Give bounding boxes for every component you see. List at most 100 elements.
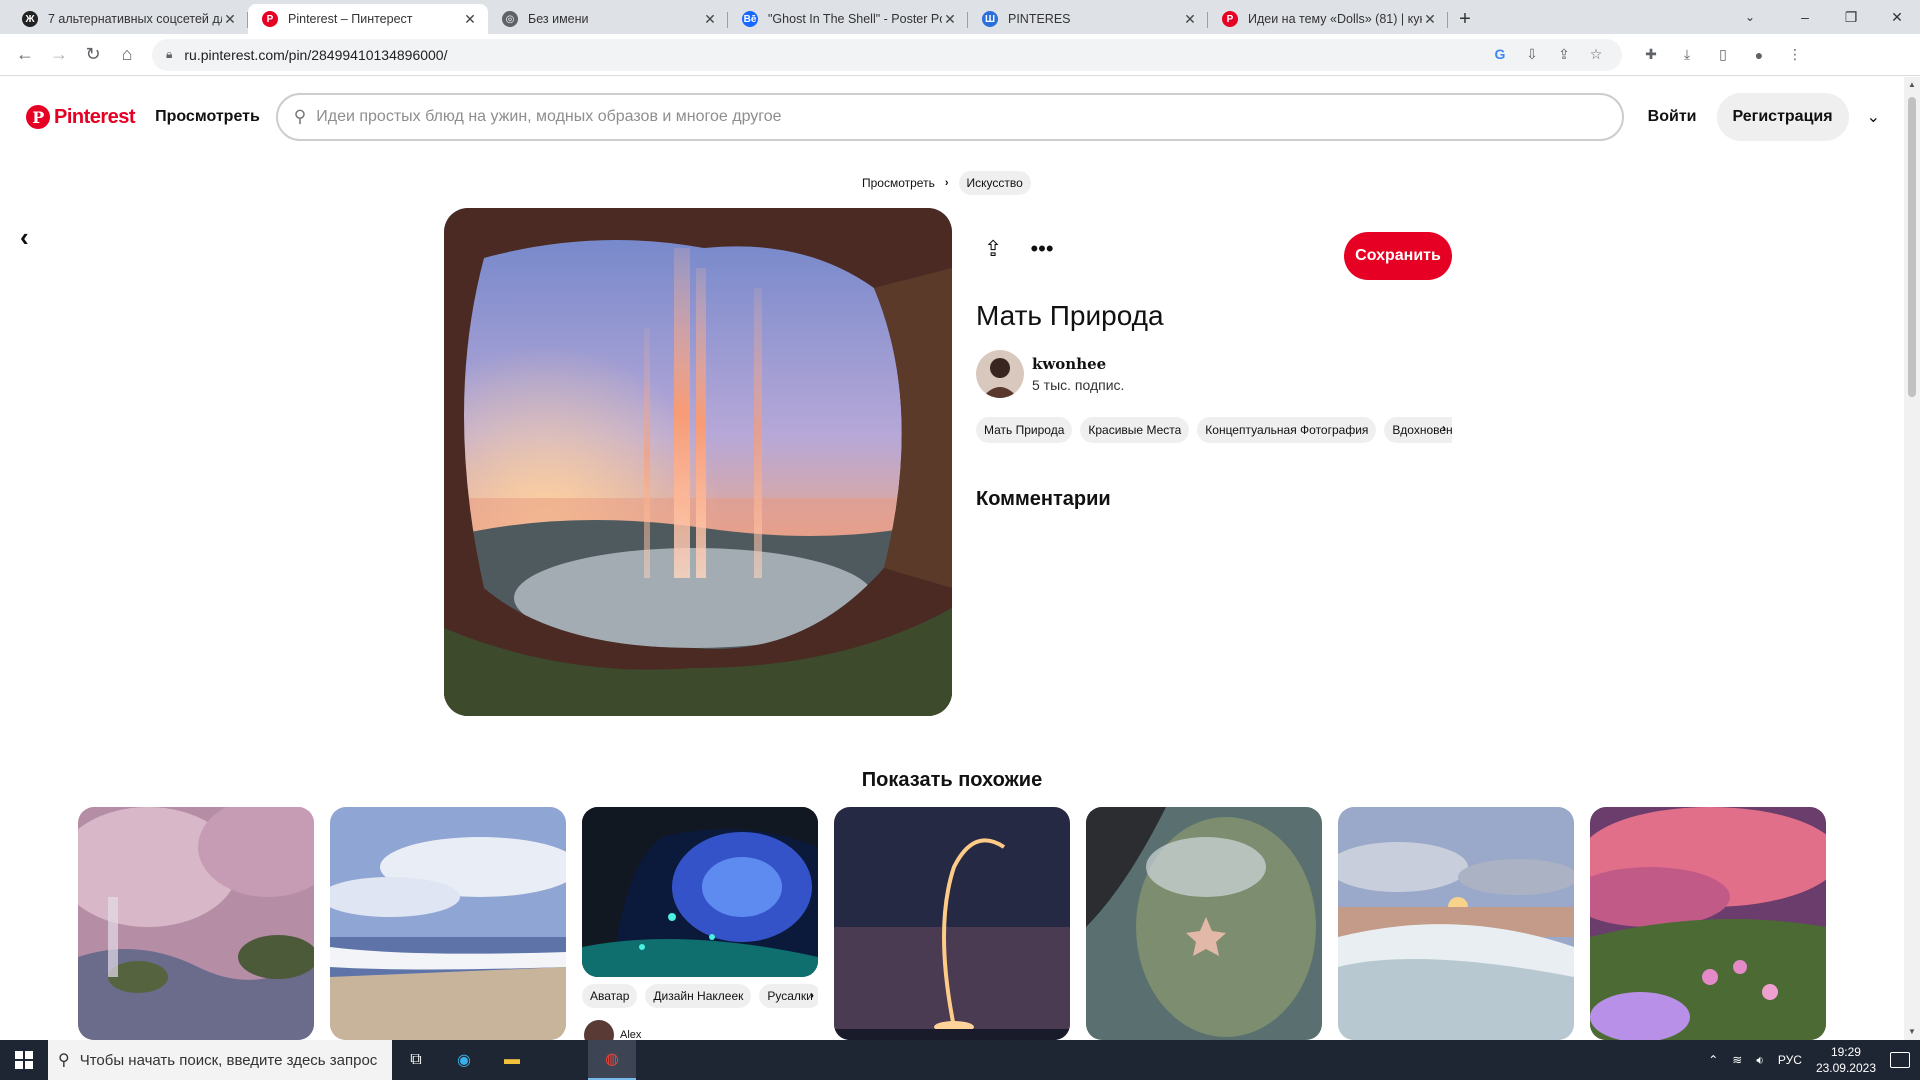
forward-button[interactable]: → [42, 38, 76, 72]
signup-button[interactable]: Регистрация [1716, 93, 1849, 141]
google-icon[interactable]: G [1488, 46, 1512, 63]
address-bar[interactable]: 🔒︎ ru.pinterest.com/pin/284994101348960​… [152, 38, 1622, 71]
back-button[interactable]: ← [8, 38, 42, 72]
tab-title: Без имени [528, 12, 589, 26]
lock-icon[interactable]: 🔒︎ [166, 47, 172, 62]
author-followers: 5 тыс. подпис. [1032, 377, 1125, 393]
scroll-down-arrow[interactable]: ▼ [1904, 1024, 1920, 1040]
share-icon[interactable]: ⇪ [1552, 46, 1576, 63]
search-input[interactable] [316, 108, 1606, 126]
share-upload-icon[interactable]: ⇪ [984, 236, 1002, 262]
author-avatar[interactable] [976, 350, 1024, 398]
logo-text: Pinterest [54, 105, 136, 128]
pinterest-logo-icon: P [26, 105, 50, 129]
taskbar-search[interactable]: ⚲ Чтобы начать поиск, введите здесь запр… [48, 1040, 392, 1080]
chevron-down-icon[interactable]: ⌄ [1867, 107, 1880, 127]
downloads-icon[interactable]: ⤓ [1672, 40, 1702, 70]
page-scrollbar[interactable]: ▲ ▼ [1904, 77, 1920, 1040]
breadcrumb-browse[interactable]: Просмотреть [862, 176, 935, 190]
clock[interactable]: 19:29 23.09.2023 [1816, 1044, 1876, 1076]
file-explorer-icon[interactable]: ▬ [488, 1040, 536, 1080]
language-indicator[interactable]: РУС [1778, 1053, 1802, 1067]
window-controls: – ❐ ✕ [1782, 0, 1920, 34]
browser-tab-5[interactable]: Ш PINTERES ✕ [968, 4, 1208, 34]
minimize-button[interactable]: – [1782, 0, 1828, 34]
similar-pin-7[interactable] [1590, 807, 1826, 1040]
browser-tab-3[interactable]: ◎ Без имени ✕ [488, 4, 728, 34]
similar-heading: Показать похожие [861, 769, 1043, 791]
chevron-right-icon[interactable]: › [810, 988, 814, 1002]
install-app-icon[interactable]: ⇩ [1520, 46, 1544, 63]
tab-title: Идеи на тему «Dolls» (81) | кукл [1248, 12, 1422, 26]
notifications-icon[interactable] [1890, 1052, 1910, 1068]
close-icon[interactable]: ✕ [222, 11, 238, 28]
pin-author: kwonhee 5 тыс. подпис. [976, 350, 1124, 398]
similar-pin-3[interactable] [582, 807, 818, 977]
browser-tab-2[interactable]: P Pinterest – Пинтерест ✕ [248, 4, 488, 34]
breadcrumb-art[interactable]: Искусство [958, 171, 1031, 195]
chevron-right-icon[interactable]: › [1442, 421, 1446, 435]
close-icon[interactable]: ✕ [1422, 11, 1438, 28]
pin-tag[interactable]: Красивые Места [1080, 417, 1190, 443]
similar-pin-tag[interactable]: Дизайн Наклеек [645, 984, 752, 1008]
tab-title: PINTERES [1008, 12, 1071, 26]
similar-pin-2[interactable] [330, 807, 566, 1040]
clock-time: 19:29 [1830, 1045, 1861, 1059]
tab-favicon-icon: P [262, 11, 278, 27]
author-name[interactable]: kwonhee [1032, 355, 1124, 373]
similar-pin-6[interactable] [1338, 807, 1574, 1040]
search-icon: ⚲ [293, 107, 307, 126]
start-button[interactable] [0, 1040, 48, 1080]
browser-tab-strip: Ж7 альтернативных соцсетей для ✕ P Pinteres… [0, 0, 1920, 34]
similar-pin-tag[interactable]: Аватар [582, 984, 638, 1008]
reload-button[interactable]: ↻ [76, 38, 110, 72]
chevron-up-icon[interactable]: ⌃ [1708, 1053, 1718, 1067]
back-arrow-icon[interactable]: ‹ [20, 222, 29, 253]
wifi-icon[interactable]: ≋ [1732, 1053, 1742, 1067]
tab-title: 7 альтернативных соцсетей для [48, 12, 222, 26]
browser-tab-1[interactable]: Ж 7 альтернативных соцсетей для ✕ [8, 4, 248, 34]
browse-link[interactable]: Просмотреть [155, 108, 260, 126]
close-icon[interactable]: ✕ [702, 11, 718, 28]
extensions-icon[interactable]: ✚ [1636, 40, 1666, 70]
address-toolbar: ← → ↻ ⌂ 🔒︎ ru.pinterest.com/pin/28499410… [0, 34, 1920, 76]
volume-icon[interactable]: 🔉︎ [1756, 1053, 1764, 1068]
edge-icon[interactable]: ◉ [440, 1040, 488, 1080]
side-panel-icon[interactable]: ▯ [1708, 40, 1738, 70]
similar-pin-4[interactable] [834, 807, 1070, 1040]
menu-kebab-icon[interactable]: ⋮ [1780, 40, 1810, 70]
close-icon[interactable]: ✕ [462, 11, 478, 28]
chrome-icon[interactable]: ◍ [588, 1040, 636, 1080]
bookmark-star-icon[interactable]: ☆ [1584, 46, 1608, 63]
login-button[interactable]: Войти [1648, 108, 1697, 126]
close-window-button[interactable]: ✕ [1874, 0, 1920, 34]
pin-actions: ⇪ ••• [984, 236, 1054, 262]
task-view-icon[interactable]: ⧉ [392, 1040, 440, 1080]
browser-tab-4[interactable]: Bē "Ghost In The Shell" - Poster Pos ✕ [728, 4, 968, 34]
scrollbar-thumb[interactable] [1908, 97, 1916, 397]
restore-button[interactable]: ❐ [1828, 0, 1874, 34]
pin-tags: Мать Природа Красивые Места Концептуальная… [976, 417, 1452, 443]
search-icon: ⚲ [58, 1052, 70, 1069]
new-tab-button[interactable]: + [1448, 4, 1482, 34]
scroll-up-arrow[interactable]: ▲ [1904, 77, 1920, 93]
more-options-icon[interactable]: ••• [1030, 236, 1053, 262]
pin-title: Мать Природа [976, 300, 1164, 331]
pinterest-logo[interactable]: P Pinterest [26, 105, 136, 129]
browser-tab-6[interactable]: P Идеи на тему «Dolls» (81) | кукл ✕ [1208, 4, 1448, 34]
close-icon[interactable]: ✕ [1182, 11, 1198, 28]
pin-tag[interactable]: Концептуальная Фотография [1197, 417, 1377, 443]
close-icon[interactable]: ✕ [942, 11, 958, 28]
tab-favicon-icon: P [1222, 11, 1238, 27]
system-tray: ⌃ ≋ 🔉︎ РУС 19:29 23.09.2023 [1708, 1044, 1920, 1076]
home-button[interactable]: ⌂ [110, 38, 144, 72]
pin-image[interactable] [444, 208, 952, 716]
url-text: ru.pinterest.com/pin/284994101348960​00/ [184, 46, 448, 63]
pin-tag[interactable]: Мать Природа [976, 417, 1073, 443]
similar-pin-1[interactable] [78, 807, 314, 1040]
profile-icon[interactable]: ● [1744, 40, 1774, 70]
search-box[interactable]: ⚲ [275, 93, 1624, 141]
tab-search-icon[interactable]: ⌄ [1730, 0, 1770, 34]
save-button[interactable]: Сохранить [1344, 232, 1452, 280]
similar-pin-5[interactable] [1086, 807, 1322, 1040]
